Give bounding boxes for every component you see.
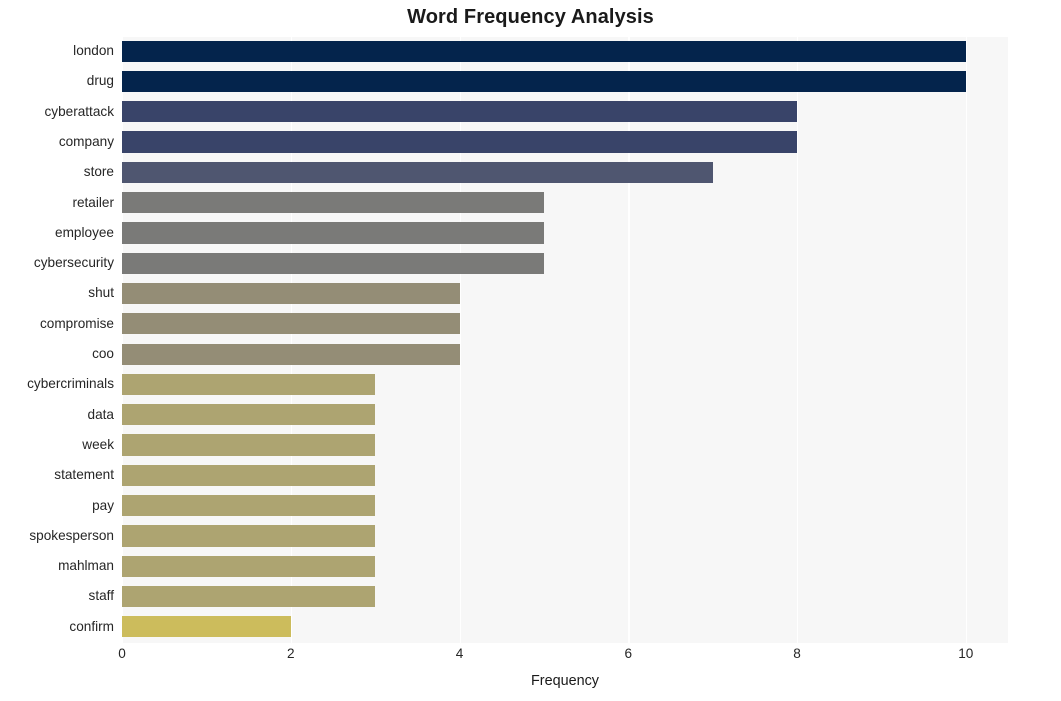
x-axis-tick-labels: 0 2 4 6 8 10	[0, 646, 1061, 670]
x-tick-label-4: 4	[455, 646, 464, 661]
bar-shut[interactable]	[122, 282, 460, 305]
bar-employee[interactable]	[122, 222, 544, 244]
bar-row	[122, 128, 1008, 157]
bar-row	[122, 67, 1008, 96]
bar-coo[interactable]	[122, 343, 460, 365]
y-tick-label-mahlman: mahlman	[58, 558, 114, 574]
y-tick-label-shut: shut	[88, 285, 114, 301]
chart-title: Word Frequency Analysis	[407, 6, 654, 28]
y-tick-label-spokesperson: spokesperson	[29, 527, 114, 543]
y-tick-label-drug: drug	[86, 73, 114, 89]
y-tick-label-london: london	[73, 43, 114, 58]
bar-retailer[interactable]	[122, 192, 544, 214]
bar-row	[122, 431, 1008, 460]
bar-row	[122, 279, 1008, 308]
bar-london[interactable]	[122, 40, 966, 62]
y-tick-label-employee: employee	[55, 224, 114, 240]
bar-week[interactable]	[122, 434, 376, 456]
y-tick-label-staff: staff	[88, 588, 114, 604]
bar-data[interactable]	[122, 404, 376, 426]
bar-row	[122, 522, 1008, 551]
bar-row	[122, 98, 1008, 127]
bar-cybersecurity[interactable]	[122, 252, 544, 274]
bar-store[interactable]	[122, 161, 713, 183]
bars-layer	[122, 37, 1008, 643]
x-axis-title: Frequency	[531, 673, 599, 689]
y-tick-label-cybercriminals: cybercriminals	[27, 376, 114, 392]
bar-statement[interactable]	[122, 464, 376, 486]
y-tick-label-statement: statement	[54, 467, 114, 483]
y-tick-label-cyberattack: cyberattack	[44, 103, 114, 119]
y-axis-tick-labels: london drug cyberattack company store retaile…	[0, 37, 114, 643]
x-tick-label-8: 8	[793, 646, 801, 661]
bar-row	[122, 249, 1008, 278]
bar-row	[122, 370, 1008, 399]
y-tick-label-compromise: compromise	[39, 315, 114, 331]
bar-spokesperson[interactable]	[122, 525, 376, 547]
y-tick-label-week: week	[82, 436, 114, 452]
bar-cyberattack[interactable]	[122, 101, 798, 123]
bar-mahlman[interactable]	[122, 555, 376, 577]
bar-row	[122, 461, 1008, 490]
bar-compromise[interactable]	[122, 313, 460, 335]
x-tick-label-10: 10	[958, 646, 974, 661]
bar-row	[122, 158, 1008, 187]
bar-drug[interactable]	[122, 70, 966, 93]
bar-row	[122, 37, 1008, 66]
bar-staff[interactable]	[122, 585, 376, 608]
bar-row	[122, 219, 1008, 248]
bar-row	[122, 613, 1008, 642]
y-tick-label-store: store	[83, 164, 114, 180]
bar-pay[interactable]	[122, 495, 376, 517]
y-tick-label-company: company	[58, 133, 114, 149]
bar-row	[122, 582, 1008, 611]
bar-cybercriminals[interactable]	[122, 373, 376, 396]
bar-row	[122, 189, 1008, 218]
x-tick-label-2: 2	[286, 646, 295, 661]
y-tick-label-coo: coo	[92, 346, 114, 361]
bar-company[interactable]	[122, 131, 798, 153]
bar-row	[122, 310, 1008, 339]
bar-row	[122, 492, 1008, 521]
y-tick-label-retailer: retailer	[72, 194, 114, 210]
y-tick-label-confirm: confirm	[69, 618, 114, 634]
bar-row	[122, 340, 1008, 369]
x-tick-label-0: 0	[118, 646, 126, 661]
word-frequency-chart-figure: Word Frequency Analysis london drug cybera…	[0, 0, 1061, 701]
y-tick-label-data: data	[87, 406, 114, 422]
bar-row	[122, 552, 1008, 581]
y-tick-label-cybersecurity: cybersecurity	[33, 255, 114, 271]
bar-row	[122, 401, 1008, 430]
x-tick-label-6: 6	[624, 646, 633, 661]
y-tick-label-pay: pay	[92, 497, 114, 513]
bar-confirm[interactable]	[122, 616, 291, 638]
